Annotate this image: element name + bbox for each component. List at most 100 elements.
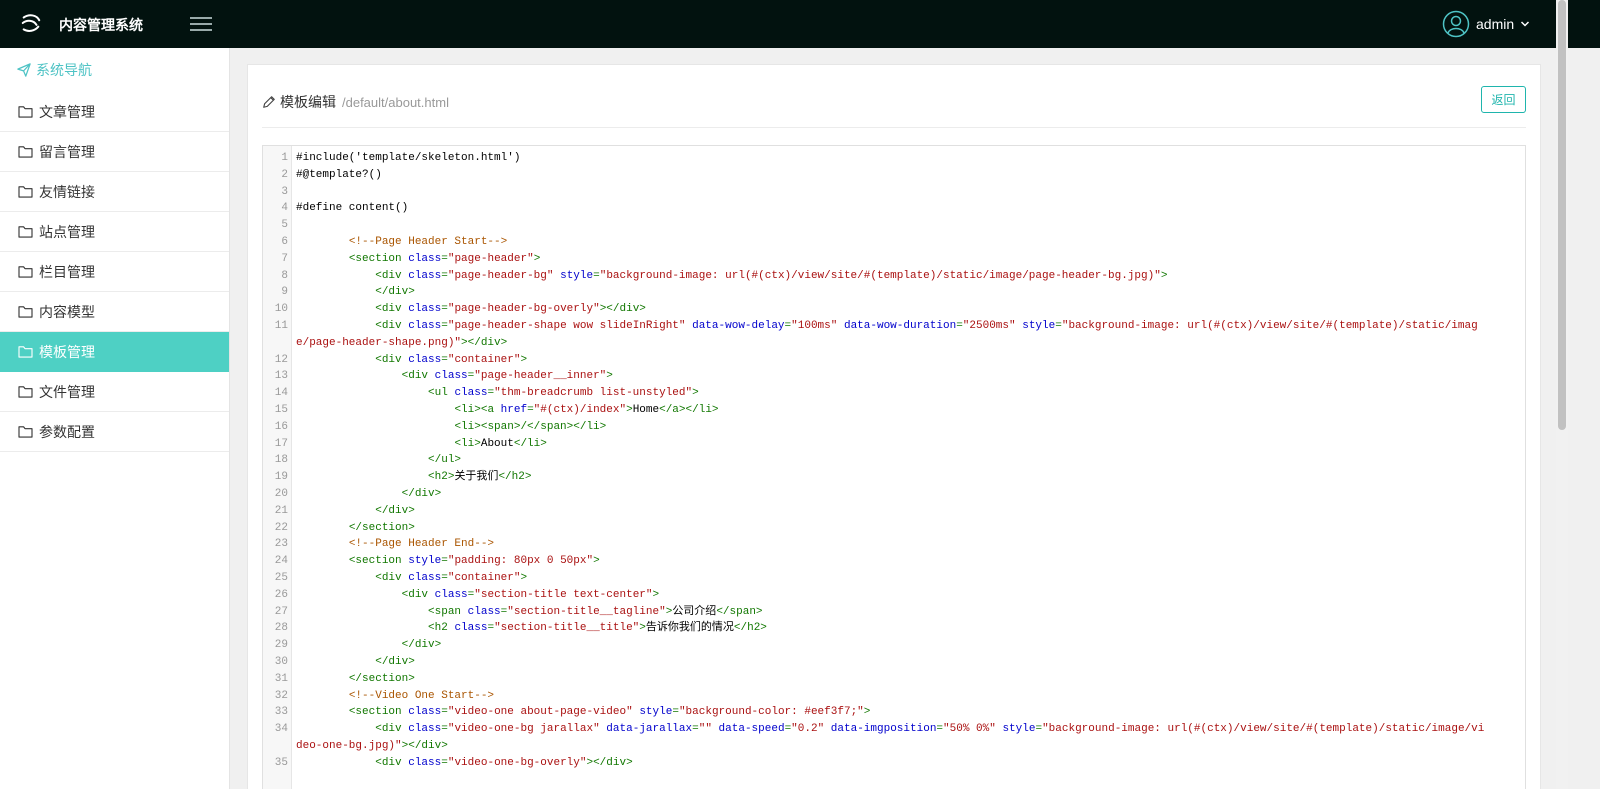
code-line: 31 </section> — [263, 671, 1525, 688]
line-number: 26 — [274, 588, 288, 601]
code-token: = — [441, 555, 448, 568]
code-token: "video-one-bg jarallax" — [447, 723, 600, 736]
page-scrollbar[interactable] — [1556, 0, 1568, 789]
code-token: <div — [401, 370, 435, 383]
back-button[interactable]: 返回 — [1481, 86, 1526, 113]
code-token: data-speed — [718, 723, 785, 736]
code-token: style — [1002, 723, 1036, 736]
code-token: > — [533, 252, 541, 265]
code-token: class — [408, 353, 442, 366]
main-card: 模板编辑 /default/about.html 返回 1 #include('t… — [247, 64, 1541, 789]
code-token: "video-one about-page-video" — [447, 706, 633, 719]
code-token: > — [593, 555, 600, 568]
user-name: admin — [1476, 16, 1515, 32]
code-token: <li><span>/</span></li> — [454, 420, 607, 433]
sidebar-item[interactable]: 栏目管理 — [0, 252, 229, 292]
line-number: 32 — [274, 689, 288, 702]
page-title: 模板编辑 /default/about.html — [262, 92, 449, 112]
code-token: "page-header" — [447, 252, 534, 265]
code-line: 2 #@template?() — [263, 167, 1525, 184]
code-token: = — [441, 571, 448, 584]
line-number: 21 — [274, 504, 288, 517]
code-text: <section style="padding: 80px 0 50px"> — [292, 553, 1525, 570]
code-token: class — [408, 319, 442, 332]
folder-icon — [18, 186, 33, 198]
code-token: class — [408, 269, 442, 282]
sidebar-item-label: 站点管理 — [39, 223, 95, 240]
sidebar-header-label: 系统导航 — [36, 62, 92, 78]
code-token: <ul — [428, 387, 455, 400]
user-menu[interactable]: admin — [1442, 10, 1530, 38]
line-number: 13 — [274, 370, 288, 383]
code-line: 1 #include('template/skeleton.html') — [263, 150, 1525, 167]
code-line: 25 <div class="container"> — [263, 570, 1525, 587]
code-line: 23 <!--Page Header End--> — [263, 536, 1525, 553]
sidebar-item-label: 文章管理 — [39, 103, 95, 120]
pencil-icon — [263, 96, 275, 108]
code-text: <section class="page-header"> — [292, 251, 1525, 268]
code-token: <!--Video One Start--> — [348, 689, 495, 702]
code-editor[interactable]: 1 #include('template/skeleton.html') 2 #@te… — [262, 145, 1526, 789]
line-number: 10 — [274, 303, 288, 316]
sidebar-item[interactable]: 模板管理 — [0, 332, 229, 372]
code-token: style — [408, 555, 442, 568]
sidebar-item-label: 友情链接 — [39, 183, 95, 200]
code-text: <!--Video One Start--> — [292, 688, 1525, 705]
folder-icon — [18, 146, 33, 158]
line-number: 6 — [281, 235, 288, 248]
code-token: <li><a — [454, 403, 501, 416]
folder-icon — [18, 346, 33, 358]
card-header: 模板编辑 /default/about.html 返回 — [262, 65, 1526, 128]
code-token: > — [520, 353, 528, 366]
sidebar-nav: 文章管理留言管理友情链接站点管理栏目管理 内容模型 模板管理 文件管理参数配置 — [0, 92, 229, 452]
code-token: data-wow-delay — [692, 319, 785, 332]
sidebar-item-label: 参数配置 — [39, 423, 95, 440]
sidebar-item[interactable]: 内容模型 — [0, 292, 229, 332]
code-text: <li><span>/</span></li> — [292, 419, 1525, 436]
sidebar-item[interactable]: 文章管理 — [0, 92, 229, 132]
avatar — [1442, 10, 1470, 38]
code-line: 16 <li><span>/</span></li> — [263, 419, 1525, 436]
code-token: <div — [401, 588, 435, 601]
sidebar-item[interactable]: 参数配置 — [0, 412, 229, 452]
code-token: </h2> — [733, 622, 767, 635]
sidebar-item[interactable]: 文件管理 — [0, 372, 229, 412]
menu-toggle-icon[interactable] — [190, 14, 212, 34]
code-token: "section-title__title" — [494, 622, 640, 635]
code-token: </div> — [401, 639, 442, 652]
line-number: 8 — [281, 269, 288, 282]
code-line: 20 </div> — [263, 486, 1525, 503]
code-text: <div class="container"> — [292, 352, 1525, 369]
code-token: "thm-breadcrumb list-unstyled" — [494, 387, 693, 400]
code-line: 5 — [263, 217, 1525, 234]
paper-plane-icon — [17, 63, 31, 77]
line-number: 18 — [274, 454, 288, 467]
sidebar-item[interactable]: 留言管理 — [0, 132, 229, 172]
sidebar-item[interactable]: 友情链接 — [0, 172, 229, 212]
line-number: 33 — [274, 706, 288, 719]
code-token: "50% 0%" — [943, 723, 996, 736]
code-token: <div — [375, 319, 409, 332]
line-number: 24 — [274, 555, 288, 568]
code-token: </section> — [348, 672, 415, 685]
code-text: <section class="video-one about-page-vid… — [292, 704, 1525, 721]
line-number: 22 — [274, 521, 288, 534]
code-lines: 1 #include('template/skeleton.html') 2 #@te… — [263, 150, 1525, 771]
code-token: = — [441, 723, 448, 736]
line-number: 9 — [281, 286, 288, 299]
code-token: = — [956, 319, 963, 332]
scrollbar-thumb[interactable] — [1558, 0, 1566, 430]
code-token: class — [408, 706, 442, 719]
sidebar-item[interactable]: 站点管理 — [0, 212, 229, 252]
code-line: 21 </div> — [263, 503, 1525, 520]
code-token: #@template?() — [296, 168, 382, 181]
